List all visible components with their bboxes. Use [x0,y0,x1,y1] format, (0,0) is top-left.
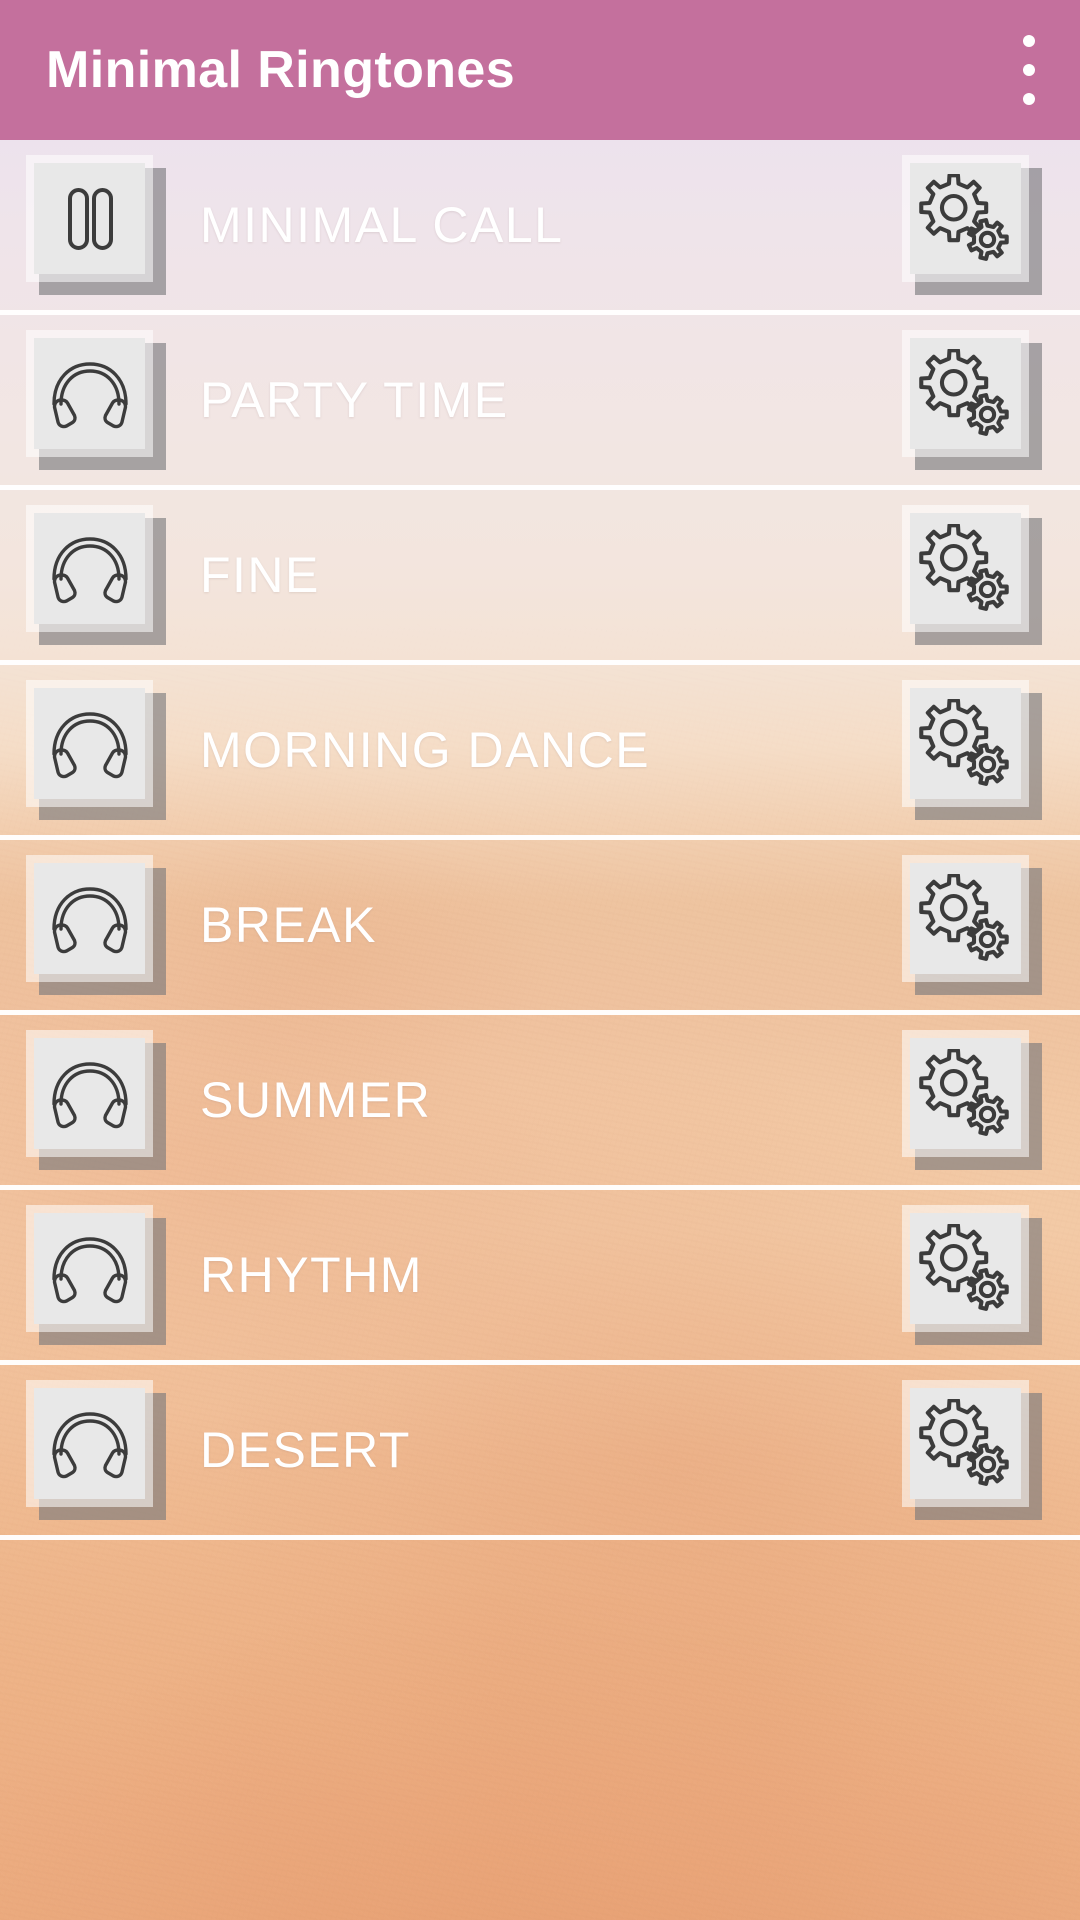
settings-tile-2[interactable] [902,505,1042,645]
play-pause-tile-5[interactable] [26,1030,166,1170]
ringtone-label: MORNING DANCE [200,722,651,778]
pause-icon [34,163,145,274]
headphones-icon [34,513,145,624]
gears-icon [910,163,1021,274]
play-pause-tile-6[interactable] [26,1205,166,1345]
overflow-dot-2 [1023,64,1035,76]
ringtone-label: PARTY TIME [200,372,509,428]
list-item[interactable]: DESERT [0,1365,1080,1540]
headphones-icon [34,338,145,449]
list-item[interactable]: MINIMAL CALL [0,140,1080,315]
play-pause-tile-0[interactable] [26,155,166,295]
headphones-icon [34,1038,145,1149]
gears-icon [910,688,1021,799]
play-pause-tile-1[interactable] [26,330,166,470]
settings-tile-6[interactable] [902,1205,1042,1345]
gears-icon [910,863,1021,974]
list-item[interactable]: MORNING DANCE [0,665,1080,840]
headphones-icon [34,863,145,974]
ringtone-label: FINE [200,547,320,603]
gears-icon [910,338,1021,449]
list-item[interactable]: RHYTHM [0,1190,1080,1365]
ringtone-list: MINIMAL CALL PARTY TIME FINE MORNING DAN… [0,140,1080,1920]
overflow-menu-button[interactable] [1022,35,1036,105]
overflow-dot-1 [1023,35,1035,47]
headphones-icon [34,1213,145,1324]
app-bar: Minimal Ringtones [0,0,1080,140]
gears-icon [910,1213,1021,1324]
overflow-dot-3 [1023,93,1035,105]
gears-icon [910,513,1021,624]
ringtone-label: SUMMER [200,1072,432,1128]
play-pause-tile-4[interactable] [26,855,166,995]
gears-icon [910,1038,1021,1149]
page-title: Minimal Ringtones [46,41,516,99]
play-pause-tile-7[interactable] [26,1380,166,1520]
headphones-icon [34,688,145,799]
settings-tile-0[interactable] [902,155,1042,295]
list-item[interactable]: BREAK [0,840,1080,1015]
list-item[interactable]: FINE [0,490,1080,665]
gears-icon [910,1388,1021,1499]
list-item[interactable]: SUMMER [0,1015,1080,1190]
ringtone-label: DESERT [200,1422,411,1478]
headphones-icon [34,1388,145,1499]
settings-tile-7[interactable] [902,1380,1042,1520]
settings-tile-1[interactable] [902,330,1042,470]
play-pause-tile-2[interactable] [26,505,166,645]
settings-tile-4[interactable] [902,855,1042,995]
settings-tile-5[interactable] [902,1030,1042,1170]
ringtone-label: BREAK [200,897,378,953]
list-item[interactable]: PARTY TIME [0,315,1080,490]
ringtone-label: MINIMAL CALL [200,197,564,253]
settings-tile-3[interactable] [902,680,1042,820]
play-pause-tile-3[interactable] [26,680,166,820]
ringtone-label: RHYTHM [200,1247,423,1303]
